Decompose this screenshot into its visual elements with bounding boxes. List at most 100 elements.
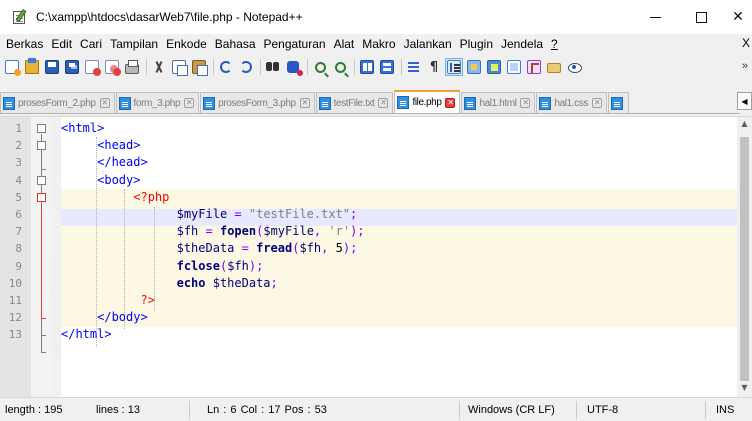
save-button[interactable] [43,58,61,76]
menu-alat[interactable]: Alat [330,37,359,51]
close-file-button[interactable] [83,58,101,76]
tab-hal1-css[interactable]: hal1.css ✕ [536,92,607,113]
code-text[interactable]: <html> <head> </head> <body> <?php $myFi… [61,120,737,343]
close-all-icon [105,60,121,76]
fold-collapse-icon[interactable] [37,176,46,185]
code-token: ; [350,206,358,221]
new-file-button[interactable] [3,58,21,76]
print-button[interactable] [123,58,141,76]
redo-button[interactable] [237,58,255,76]
undo-button[interactable] [217,58,235,76]
tab-close-icon[interactable]: ✕ [184,98,195,108]
paste-button[interactable] [190,58,208,76]
save-icon [45,60,59,74]
show-all-characters-icon: ¶ [429,59,439,75]
status-bar: length : 195 lines : 13 Ln : 6 Col : 17 … [0,397,752,421]
copy-icon [172,60,188,76]
fold-collapse-icon[interactable] [37,141,46,150]
php-close-tag: ?> [140,292,155,307]
word-wrap-button[interactable] [405,58,423,76]
indent-guide-button[interactable] [445,58,463,76]
code-token: ; [270,275,278,290]
tab-partial[interactable] [607,92,629,113]
scroll-up-icon[interactable]: ▲ [737,119,752,132]
zoom-in-button[interactable] [311,58,329,76]
menu-cari[interactable]: Cari [76,37,106,51]
code-token: 5 [335,241,343,256]
tab-close-icon[interactable]: ✕ [378,98,389,108]
close-document-button[interactable]: X [742,36,750,50]
line-number: 8 [15,242,22,256]
menu-berkas[interactable]: Berkas [2,37,47,51]
sync-horizontal-button[interactable] [378,58,396,76]
fold-collapse-icon[interactable] [37,124,46,133]
tab-testfile[interactable]: testFile.txt ✕ [315,92,394,113]
tab-close-icon[interactable]: ✕ [99,98,110,108]
line-number: 6 [15,207,22,221]
close-window-button[interactable]: ✕ [724,0,752,34]
vertical-scrollbar[interactable]: ▲ ▼ [737,117,752,398]
document-map-button[interactable] [485,58,503,76]
status-lines: lines : 13 [96,404,141,416]
menu-tampilan[interactable]: Tampilan [106,37,162,51]
tab-form-3[interactable]: form_3.php ✕ [115,92,200,113]
status-encoding[interactable]: UTF-8 [587,398,618,421]
status-divider [189,401,190,419]
code-token: , [321,241,329,256]
fold-collapse-icon[interactable] [37,193,46,202]
folder-as-workspace-button[interactable] [545,58,563,76]
tab-prosesform-2[interactable]: prosesForm_2.php ✕ [0,92,115,113]
new-file-icon [5,60,21,76]
status-divider [705,401,706,419]
menu-pengaturan[interactable]: Pengaturan [260,37,330,51]
function-list-button[interactable] [525,58,543,76]
menu-bahasa[interactable]: Bahasa [211,37,260,51]
code-token: = [241,241,249,256]
scroll-down-icon[interactable]: ▼ [737,383,752,396]
save-all-button[interactable] [63,58,81,76]
maximize-icon [695,11,707,23]
menu-jalankan[interactable]: Jalankan [400,37,456,51]
tab-hal1-html[interactable]: hal1.html ✕ [461,92,536,113]
minimize-button[interactable] [632,0,678,34]
scrollbar-thumb[interactable] [740,137,749,381]
monitoring-button[interactable] [565,58,583,76]
file-icon [464,96,477,110]
user-defined-language-button[interactable] [465,58,483,76]
menu-plugin[interactable]: Plugin [456,37,497,51]
copy-button[interactable] [170,58,188,76]
tab-close-icon[interactable]: ✕ [591,98,602,108]
find-button[interactable] [264,58,282,76]
document-list-button[interactable] [505,58,523,76]
tab-close-icon[interactable]: ✕ [520,98,531,108]
toolbar-overflow-button[interactable]: » [742,60,748,72]
replace-button[interactable] [284,58,303,76]
zoom-out-button[interactable] [331,58,349,76]
tab-scroll-left-button[interactable]: ◀ [737,92,752,110]
tab-prosesform-3[interactable]: prosesForm_3.php ✕ [200,92,315,113]
code-line: </body> [61,309,737,326]
chevron-left-icon: ◀ [741,96,748,106]
open-file-button[interactable] [23,58,41,76]
folder-as-workspace-icon [547,63,561,73]
status-insert-mode[interactable]: INS [716,398,734,421]
show-all-characters-button[interactable]: ¶ [425,58,443,76]
fold-tick [41,169,46,170]
status-eol[interactable]: Windows (CR LF) [468,398,555,421]
status-divider [576,401,577,419]
zoom-in-icon [314,61,326,73]
code-token: $myFile [176,206,228,221]
tab-close-icon[interactable]: ✕ [299,98,310,108]
menu-help[interactable]: ? [547,37,562,51]
tab-file-php[interactable]: file.php ✕ [394,90,461,113]
maximize-button[interactable] [678,0,724,34]
menu-edit[interactable]: Edit [47,37,76,51]
menu-makro[interactable]: Makro [358,37,399,51]
menu-jendela[interactable]: Jendela [497,37,547,51]
menu-enkode[interactable]: Enkode [162,37,211,51]
tab-close-icon[interactable]: ✕ [445,97,456,108]
editor[interactable]: 1 2 3 4 5 6 7 8 9 10 11 12 13 <html> <he… [0,116,752,398]
sync-vertical-button[interactable] [358,58,376,76]
cut-button[interactable] [150,58,168,76]
close-all-button[interactable] [103,58,121,76]
